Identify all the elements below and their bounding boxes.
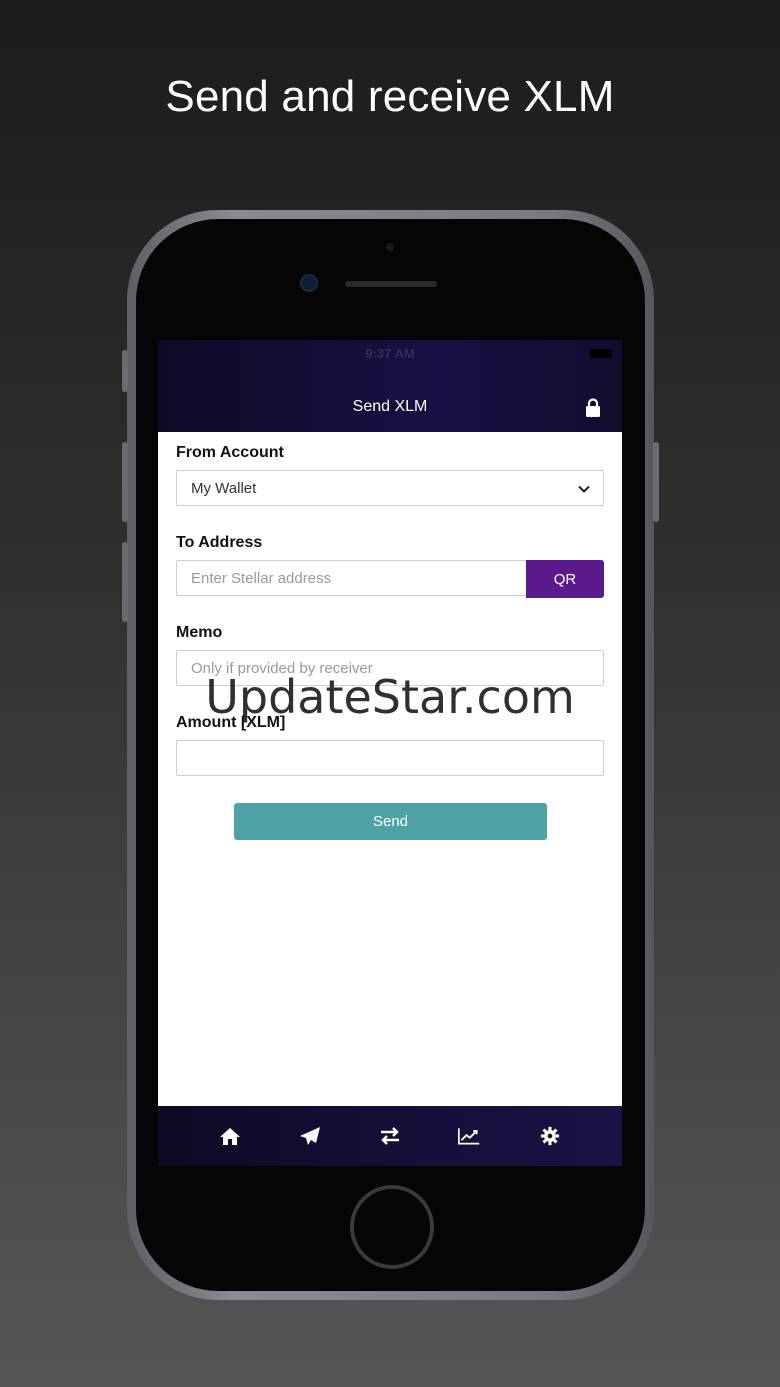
send-plane-icon[interactable] [299,1126,321,1146]
front-camera-icon [300,274,318,292]
exchange-arrows-icon[interactable] [379,1126,401,1146]
from-account-select[interactable]: My Wallet [176,470,604,506]
memo-label: Memo [176,624,223,641]
send-form: From Account My Wallet To Address Enter … [158,432,622,1106]
page-title: Send XLM [352,398,428,415]
amount-field[interactable] [176,740,604,776]
navigation-bar: 9:37 AM Send XLM [158,340,622,432]
earpiece-speaker [345,281,437,287]
volume-up-button [122,442,128,522]
watermark: UpdateStar.com [205,670,575,724]
chevron-down-icon [578,485,590,493]
from-account-label: From Account [176,444,284,461]
status-bar-time: 9:37 AM [365,346,415,361]
gear-icon[interactable] [539,1126,561,1146]
power-button [653,442,659,522]
battery-icon [590,349,612,358]
to-address-placeholder: Enter Stellar address [191,570,332,587]
promo-headline: Send and receive XLM [165,72,615,121]
mute-switch [122,350,128,392]
chart-line-icon[interactable] [458,1126,480,1146]
send-button[interactable]: Send [234,803,547,840]
tab-bar [158,1106,622,1166]
from-account-value: My Wallet [191,480,257,497]
app-screen: 9:37 AM Send XLM From Account My Wallet … [158,340,622,1166]
home-icon[interactable] [219,1126,241,1146]
to-address-field[interactable]: Enter Stellar address QR [176,560,604,598]
qr-scan-button[interactable]: QR [526,560,604,598]
to-address-label: To Address [176,534,263,551]
lock-icon[interactable] [585,398,601,418]
volume-down-button [122,542,128,622]
home-button[interactable] [350,1185,434,1269]
proximity-sensor [386,243,394,251]
